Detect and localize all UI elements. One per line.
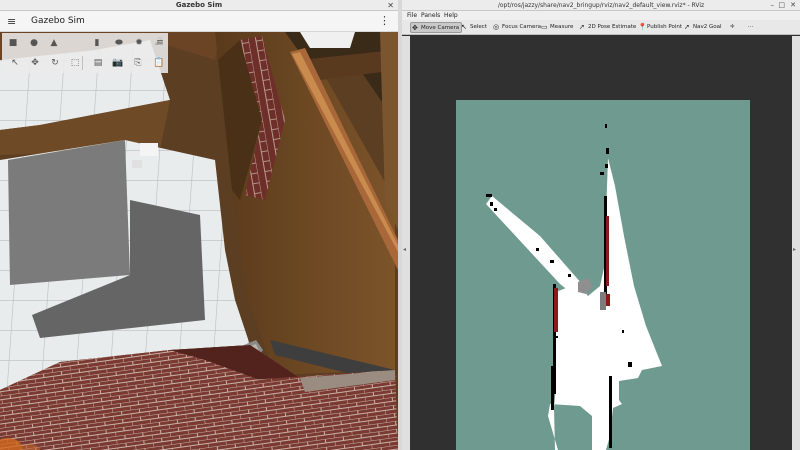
tool-nav2-goal-label: Nav2 Goal [693, 24, 722, 30]
select-icon: ↖ [461, 23, 467, 31]
rviz-window-title: /opt/ros/jazzy/share/nav2_bringup/rviz/n… [497, 2, 705, 9]
select-mode-icon[interactable]: ↖ [8, 56, 22, 70]
gazebo-window-title: Gazebo Sim [175, 1, 223, 9]
capsule-shape-icon[interactable]: ⬬ [112, 36, 126, 50]
paste-icon[interactable]: 📋 [152, 56, 166, 70]
transform-toolbar-row: ↖ ✥ ↻ ⬚ ▤ 📷 ⎘ 📋 [2, 53, 168, 73]
rviz-menubar: File Panels Help [402, 11, 800, 20]
minimize-icon[interactable]: – [771, 0, 775, 11]
tool-focus-camera-label: Focus Camera [502, 24, 542, 30]
more-tools-icon[interactable]: ⋯ [746, 22, 756, 33]
cylinder-shape-icon[interactable]: ▮ [90, 36, 104, 50]
tool-measure[interactable]: ▭ Measure [540, 22, 575, 33]
move-camera-icon: ✥ [412, 24, 418, 32]
focus-camera-icon: ◎ [493, 23, 500, 31]
gazebo-3d-viewport[interactable] [0, 32, 398, 450]
spot-light-icon[interactable]: ☄ [152, 36, 166, 50]
rviz-window: /opt/ros/jazzy/share/nav2_bringup/rviz/n… [402, 0, 800, 450]
menu-file[interactable]: File [407, 11, 417, 20]
publish-point-icon: 📍 [638, 23, 647, 31]
hamburger-menu-icon[interactable]: ≡ [7, 15, 16, 28]
left-dock-collapsed[interactable]: ◂ [402, 36, 410, 450]
tool-select[interactable]: ↖ Select [460, 22, 489, 33]
tool-2d-pose-estimate[interactable]: ➚ 2D Pose Estimate [578, 22, 638, 33]
expand-right-icon[interactable]: ▸ [793, 246, 796, 253]
box-shape-icon[interactable]: ■ [6, 36, 20, 50]
close-icon[interactable]: ✕ [387, 0, 394, 11]
tool-2d-pose-estimate-label: 2D Pose Estimate [588, 24, 637, 30]
screenshot-camera-icon[interactable]: 📷 [111, 56, 125, 70]
tool-publish-point[interactable]: 📍 Publish Point [637, 22, 684, 33]
rviz-titlebar: /opt/ros/jazzy/share/nav2_bringup/rviz/n… [402, 0, 800, 11]
close-icon[interactable]: ✕ [790, 0, 796, 11]
measure-icon: ▭ [541, 23, 548, 31]
tool-publish-point-label: Publish Point [647, 24, 683, 30]
tool-focus-camera[interactable]: ◎ Focus Camera [492, 22, 543, 33]
desktop: Gazebo Sim ✕ ≡ Gazebo Sim ⋮ ■ ● ▲ ▮ ⬬ ✹ … [0, 0, 800, 450]
gazebo-app-title: Gazebo Sim [31, 16, 85, 26]
rviz-tool-bar: ✛ ⋯ ✥ Move Camera ↖ Select ◎ Focus Camera ▭ Mea… [402, 20, 800, 35]
rviz-3d-view[interactable] [410, 36, 792, 450]
tool-nav2-goal[interactable]: ➚ Nav2 Goal [683, 22, 724, 33]
expand-left-icon[interactable]: ◂ [403, 246, 406, 253]
tool-move-camera[interactable]: ✥ Move Camera [410, 22, 463, 33]
more-options-icon[interactable]: ⋮ [379, 14, 390, 28]
sun-light-icon[interactable]: ✹ [132, 36, 146, 50]
add-tool-icon[interactable]: ✛ [728, 22, 737, 33]
sphere-shape-icon[interactable]: ● [27, 36, 41, 50]
translate-mode-icon[interactable]: ✥ [28, 56, 42, 70]
rotate-mode-icon[interactable]: ↻ [48, 56, 62, 70]
gazebo-app-bar: ≡ Gazebo Sim ⋮ [0, 11, 398, 32]
gazebo-titlebar: Gazebo Sim ✕ [0, 0, 398, 11]
tool-move-camera-label: Move Camera [421, 25, 460, 31]
snap-grid-icon[interactable]: ▤ [91, 56, 105, 70]
scale-mode-icon[interactable]: ⬚ [68, 56, 82, 70]
cone-shape-icon[interactable]: ▲ [47, 36, 61, 50]
toolbar-separator [82, 56, 83, 70]
copy-icon[interactable]: ⎘ [131, 56, 145, 70]
right-dock-collapsed[interactable]: ▸ [792, 36, 800, 450]
nav2-goal-icon: ➚ [684, 23, 690, 31]
shape-light-toolbar-row: ■ ● ▲ ▮ ⬬ ✹ ≡ ☄ [2, 33, 168, 53]
menu-help[interactable]: Help [444, 11, 458, 20]
gazebo-window: Gazebo Sim ✕ ≡ Gazebo Sim ⋮ ■ ● ▲ ▮ ⬬ ✹ … [0, 0, 398, 450]
tool-measure-label: Measure [550, 24, 574, 30]
menu-panels[interactable]: Panels [421, 11, 440, 20]
maximize-icon[interactable]: □ [778, 0, 785, 11]
2d-pose-estimate-icon: ➚ [579, 23, 585, 31]
gazebo-toolbar: ■ ● ▲ ▮ ⬬ ✹ ≡ ☄ ↖ ✥ ↻ ⬚ ▤ 📷 ⎘ 📋 [2, 33, 168, 73]
tool-select-label: Select [470, 24, 487, 30]
